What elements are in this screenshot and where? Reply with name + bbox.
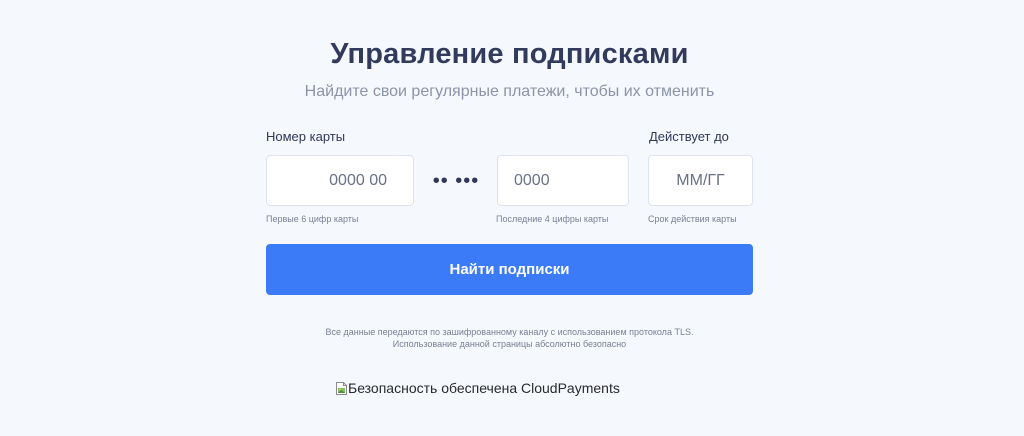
card-mask-dots: •• ••• — [432, 170, 480, 192]
card-last-digits-input[interactable] — [497, 155, 629, 206]
first-digits-hint: Первые 6 цифр карты — [266, 214, 359, 224]
security-notice-line-1: Все данные передаются по зашифрованному … — [325, 327, 694, 337]
security-notice: Все данные передаются по зашифрованному … — [246, 326, 773, 350]
security-notice-line-2: Использование данной страницы абсолютно … — [392, 339, 627, 349]
card-expiry-input[interactable] — [648, 155, 753, 206]
broken-image-icon — [336, 381, 347, 395]
cloudpayments-alt-text: Безопасность обеспечена CloudPayments — [348, 380, 620, 396]
last-digits-hint: Последние 4 цифры карты — [496, 214, 609, 224]
cloudpayments-logo: Безопасность обеспечена CloudPayments — [336, 379, 620, 397]
valid-until-label: Действует до — [649, 129, 729, 144]
expiry-hint: Срок действия карты — [648, 214, 737, 224]
card-first-digits-input[interactable] — [266, 155, 414, 206]
find-subscriptions-button[interactable]: Найти подписки — [266, 244, 753, 295]
page-title: Управление подписками — [330, 38, 689, 70]
card-number-label: Номер карты — [266, 129, 346, 144]
page-subtitle: Найдите свои регулярные платежи, чтобы и… — [304, 83, 715, 100]
